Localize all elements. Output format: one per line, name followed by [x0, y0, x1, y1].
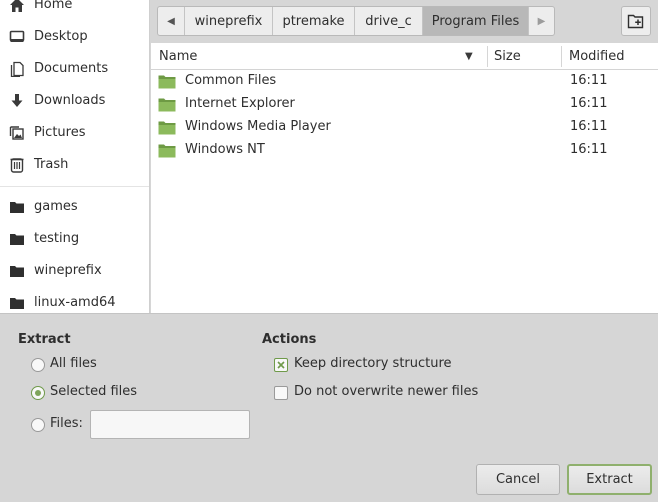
sidebar-item-desktop[interactable]: Desktop — [0, 22, 149, 52]
sidebar-item-label: Trash — [34, 157, 69, 173]
folder-icon — [158, 144, 176, 158]
no-overwrite-label: Do not overwrite newer files — [294, 384, 479, 399]
column-name-label: Name — [159, 49, 198, 64]
file-name: Windows Media Player — [185, 119, 331, 134]
sidebar-divider — [0, 186, 149, 187]
folder-icon — [10, 298, 24, 309]
crumb-ptremake[interactable]: ptremake — [273, 7, 355, 35]
cancel-label: Cancel — [495, 472, 541, 487]
file-row[interactable]: Windows Media Player 16:11 — [151, 116, 658, 139]
file-row[interactable]: Internet Explorer 16:11 — [151, 93, 658, 116]
sidebar-item-label: Home — [34, 0, 73, 13]
sidebar-item-label: linux-amd64 — [34, 295, 116, 311]
files-pattern-input[interactable] — [90, 410, 250, 439]
chevron-right-icon: ▶ — [537, 15, 546, 27]
radio-indicator[interactable] — [31, 386, 45, 400]
sidebar-item-label: games — [34, 199, 78, 215]
column-header: Name ▼ Size Modified — [151, 43, 658, 70]
column-name[interactable]: Name ▼ — [159, 43, 485, 70]
crumb-label: drive_c — [365, 13, 412, 29]
folder-icon — [158, 98, 176, 112]
selected-files-label: Selected files — [50, 384, 138, 399]
cancel-button[interactable]: Cancel — [476, 464, 560, 495]
folder-icon — [10, 234, 24, 245]
folder-icon — [10, 202, 24, 213]
pictures-icon — [9, 126, 24, 140]
folder-icon — [158, 75, 176, 89]
sidebar-item-label: testing — [34, 231, 80, 247]
files-label: Files: — [50, 416, 83, 431]
crumb-program-files[interactable]: Program Files — [423, 7, 529, 35]
crumb-label: Program Files — [431, 13, 520, 29]
checkbox-indicator[interactable] — [274, 386, 288, 400]
column-modified[interactable]: Modified — [569, 43, 649, 70]
radio-indicator[interactable] — [31, 358, 45, 372]
file-name: Internet Explorer — [185, 96, 295, 111]
desktop-icon — [9, 30, 25, 42]
column-size[interactable]: Size — [494, 43, 560, 70]
column-size-label: Size — [494, 49, 521, 64]
column-modified-label: Modified — [569, 49, 625, 64]
sidebar-item-trash[interactable]: Trash — [0, 150, 149, 180]
file-row[interactable]: Common Files 16:11 — [151, 70, 658, 93]
extract-label: Extract — [586, 472, 633, 487]
file-modified: 16:11 — [570, 119, 608, 134]
extract-button[interactable]: Extract — [567, 464, 652, 495]
sidebar-item-label: Downloads — [34, 93, 106, 109]
crumb-label: wineprefix — [194, 13, 263, 29]
sidebar-item-label: Desktop — [34, 29, 88, 45]
extract-heading: Extract — [18, 332, 71, 347]
path-bar: ◀ wineprefix ptremake drive_c Program Fi… — [157, 6, 555, 36]
new-folder-icon — [627, 14, 644, 29]
documents-icon — [10, 61, 24, 77]
file-row[interactable]: Windows NT 16:11 — [151, 139, 658, 162]
sidebar-item-label: wineprefix — [34, 263, 102, 279]
checkbox-indicator[interactable] — [274, 358, 288, 372]
crumb-wineprefix[interactable]: wineprefix — [185, 7, 273, 35]
crumb-label: ptremake — [282, 13, 345, 29]
check-mark-icon — [277, 361, 285, 369]
new-folder-button[interactable] — [621, 6, 651, 36]
sidebar-item-documents[interactable]: Documents — [0, 54, 149, 84]
sidebar-item-downloads[interactable]: Downloads — [0, 86, 149, 116]
sidebar-item-wineprefix[interactable]: wineprefix — [0, 256, 149, 286]
home-icon — [10, 0, 24, 12]
sidebar-item-testing[interactable]: testing — [0, 224, 149, 254]
sort-descending-icon: ▼ — [465, 51, 473, 62]
chevron-left-icon: ◀ — [167, 15, 175, 27]
file-list[interactable]: Name ▼ Size Modified Common Files 16:11 … — [151, 43, 658, 313]
actions-heading: Actions — [262, 332, 317, 347]
panel-divider — [0, 313, 658, 314]
all-files-label: All files — [50, 356, 97, 371]
sidebar-item-pictures[interactable]: Pictures — [0, 118, 149, 148]
sidebar-item-games[interactable]: games — [0, 192, 149, 222]
column-divider — [487, 46, 488, 67]
places-sidebar: Home Desktop Documents Downloads Picture… — [0, 0, 150, 313]
keep-structure-label: Keep directory structure — [294, 356, 452, 371]
folder-icon — [158, 121, 176, 135]
file-name: Common Files — [185, 73, 277, 88]
path-forward-button[interactable]: ▶ — [529, 7, 554, 35]
column-divider — [561, 46, 562, 67]
trash-icon — [10, 158, 24, 173]
radio-indicator[interactable] — [31, 418, 45, 432]
download-icon — [11, 94, 23, 107]
file-modified: 16:11 — [570, 142, 608, 157]
sidebar-item-linux-amd64[interactable]: linux-amd64 — [0, 288, 149, 313]
file-name: Windows NT — [185, 142, 265, 157]
file-modified: 16:11 — [570, 73, 608, 88]
path-back-button[interactable]: ◀ — [158, 7, 185, 35]
file-modified: 16:11 — [570, 96, 608, 111]
sidebar-item-label: Documents — [34, 61, 109, 77]
crumb-drive-c[interactable]: drive_c — [355, 7, 423, 35]
sidebar-item-label: Pictures — [34, 125, 86, 141]
sidebar-item-home[interactable]: Home — [0, 0, 149, 20]
folder-icon — [10, 266, 24, 277]
